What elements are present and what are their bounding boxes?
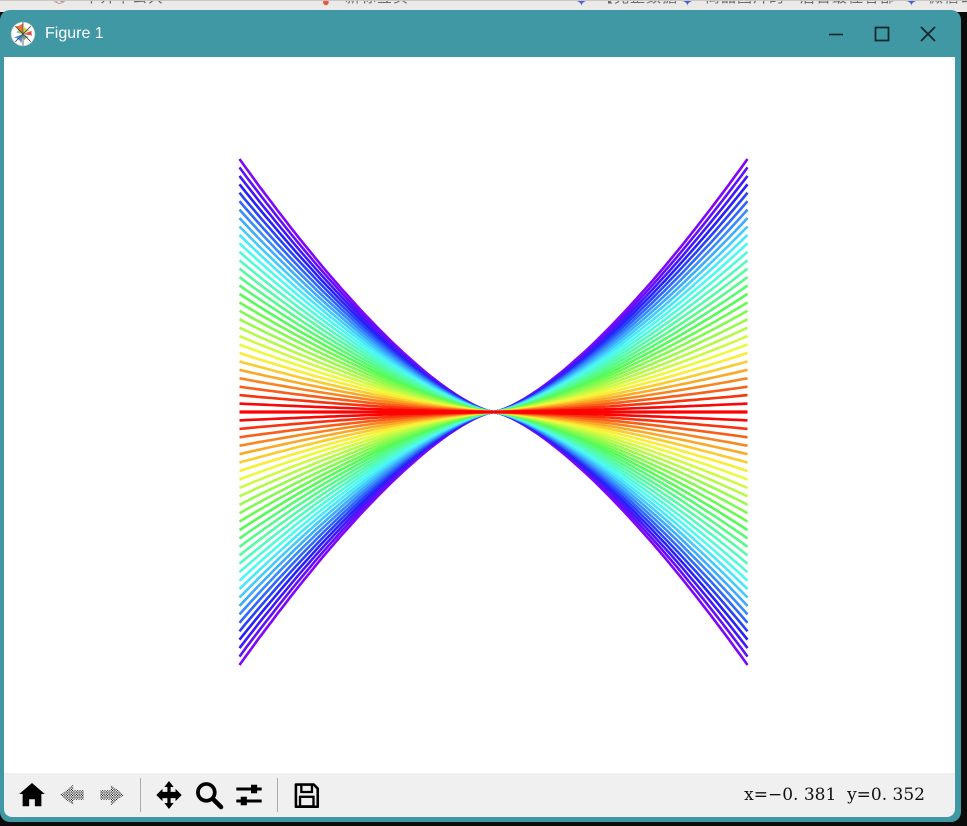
strip-text-fragment: 后台最佳答部 [800,0,896,7]
strip-text-fragment: 新标签页 [345,0,409,7]
maximize-button[interactable] [859,14,905,54]
toolbar-separator [140,778,141,812]
forward-button[interactable] [94,776,130,814]
figure-window: Figure 1 [0,10,961,822]
titlebar[interactable]: Figure 1 [0,10,961,57]
maximize-icon [873,25,891,43]
strip-favicon: ✦ [906,0,917,10]
matplotlib-logo-icon [10,21,36,47]
zoom-icon [193,779,225,811]
back-button[interactable] [54,776,90,814]
strip-text-fragment: 【完整数据 [598,0,678,7]
toolbar-separator [277,778,278,812]
strip-favicon: ✦ [576,0,587,10]
strip-text-fragment: 商品图片的 [705,0,785,7]
plot-area [4,57,955,773]
close-icon [918,24,938,44]
window-title: Figure 1 [45,25,813,43]
strip-favicon: ✦ [682,0,693,10]
strip-text-fragment: × [886,0,896,3]
strip-text-fragment: 单介卡公共 [84,0,164,7]
figure-canvas[interactable] [4,57,955,773]
save-icon [291,780,322,811]
minimize-icon [827,25,845,43]
pan-icon [153,779,185,811]
zoom-button[interactable] [191,776,227,814]
pan-button[interactable] [151,776,187,814]
cursor-position-readout: x=−0. 381 y=0. 352 [744,785,947,805]
forward-icon [96,780,128,810]
strip-text-fragment: 微信公众号 [928,0,967,7]
minimize-button[interactable] [813,14,859,54]
back-icon [56,780,88,810]
configure-subplots-button[interactable] [231,776,267,814]
navigation-toolbar: x=−0. 381 y=0. 352 [4,773,955,817]
sliders-icon [233,779,265,811]
strip-favicon: ● [322,0,330,9]
window-content: x=−0. 381 y=0. 352 [4,57,955,817]
home-button[interactable] [14,776,50,814]
home-icon [17,780,47,810]
save-button[interactable] [288,776,324,814]
strip-text-fragment: ㊙ [52,0,68,7]
close-button[interactable] [905,14,951,54]
